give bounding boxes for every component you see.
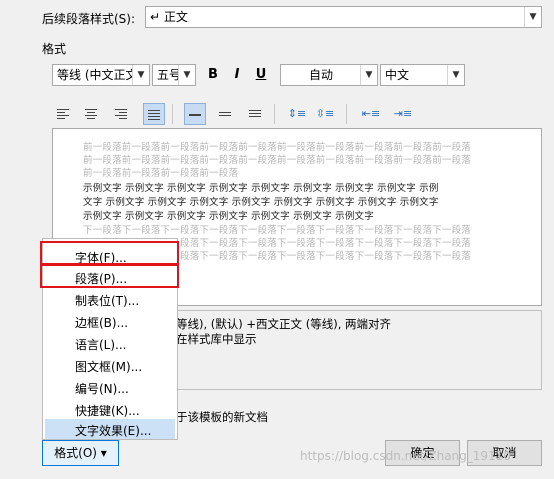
- menu-item-shortcut-key[interactable]: 快捷键(K)...: [75, 402, 140, 419]
- menu-item-text-effects[interactable]: 文字效果(E)...: [75, 422, 151, 439]
- format-button[interactable]: 格式(O) ▾: [42, 440, 119, 466]
- preview-sample-line: 文字 示例文字 示例文字 示例文字 示例文字 示例文字 示例文字 示例文字 示例…: [83, 197, 439, 208]
- justify-button[interactable]: [143, 103, 165, 125]
- chevron-down-icon: ▼: [132, 65, 149, 85]
- bold-button[interactable]: B: [202, 64, 224, 86]
- highlight-box-paragraph: [40, 263, 179, 288]
- increase-indent-icon: ⇥≡: [393, 107, 413, 120]
- chevron-down-icon: ▼: [447, 65, 464, 85]
- chevron-down-icon: ▼: [360, 65, 377, 85]
- increase-paragraph-spacing-button[interactable]: ⇕≡: [286, 103, 308, 125]
- description-line: 于该模板的新文档: [176, 410, 268, 424]
- decrease-spacing-icon: ⇳≡: [315, 107, 335, 120]
- decrease-paragraph-spacing-button[interactable]: ⇳≡: [314, 103, 336, 125]
- next-style-label: 后续段落样式(S):: [42, 12, 136, 26]
- align-left-button[interactable]: [52, 103, 74, 125]
- language-value: 中文: [385, 68, 410, 82]
- align-center-icon: [85, 107, 97, 121]
- underline-button[interactable]: U: [250, 64, 272, 86]
- font-name-value: 等线 (中文正文): [57, 68, 143, 82]
- menu-item-frame[interactable]: 图文框(M)...: [75, 358, 142, 375]
- preview-prev-line: 前一段落前一段落前一段落前一段落前一段落前一段落前一段落前一段落前一段落前一段落: [83, 142, 472, 153]
- one-half-spacing-icon: [219, 110, 231, 118]
- description-line: 等线), (默认) +西文正文 (等线), 两端对齐: [176, 317, 391, 331]
- font-size-select[interactable]: 五号 ▼: [152, 64, 196, 86]
- toolbar-divider: [172, 104, 173, 124]
- menu-item-tabs[interactable]: 制表位(T)...: [75, 292, 139, 309]
- chevron-down-icon: ▼: [178, 65, 195, 85]
- font-name-select[interactable]: 等线 (中文正文) ▼: [52, 64, 150, 86]
- align-right-button[interactable]: [110, 103, 132, 125]
- menu-item-language[interactable]: 语言(L)...: [75, 336, 127, 353]
- preview-next-line: 下一段落下一段落下一段落下一段落下一段落下一段落下一段落下一段落下一段落下一段落: [83, 225, 472, 236]
- preview-prev-line: 前一段落前一段落前一段落前一段落前一段落前一段落前一段落前一段落前一段落前一段落: [83, 155, 472, 166]
- single-spacing-icon: [189, 112, 201, 118]
- chevron-down-icon: ▼: [524, 7, 541, 27]
- align-left-icon: [57, 107, 69, 121]
- increase-spacing-icon: ⇕≡: [287, 107, 307, 120]
- decrease-indent-button[interactable]: ⇤≡: [360, 103, 382, 125]
- justify-icon: [148, 108, 160, 122]
- italic-button[interactable]: I: [226, 64, 248, 86]
- toolbar-divider: [274, 104, 275, 124]
- menu-item-numbering[interactable]: 编号(N)...: [75, 380, 129, 397]
- align-right-icon: [115, 107, 127, 121]
- double-spacing-icon: [249, 108, 261, 119]
- decrease-indent-icon: ⇤≡: [361, 107, 381, 120]
- align-center-button[interactable]: [80, 103, 102, 125]
- menu-item-border[interactable]: 边框(B)...: [75, 314, 128, 331]
- single-spacing-button[interactable]: [184, 103, 206, 125]
- font-color-value: 自动: [308, 68, 333, 82]
- format-section-label: 格式: [42, 42, 67, 56]
- language-select[interactable]: 中文 ▼: [380, 64, 465, 86]
- preview-sample-line: 示例文字 示例文字 示例文字 示例文字 示例文字 示例文字 示例文字: [83, 211, 374, 222]
- description-line: 在样式库中显示: [176, 332, 257, 346]
- watermark-text: https://blog.csdn.net/Zhang_19110: [300, 449, 511, 463]
- next-style-value: ↵ 正文: [150, 10, 188, 24]
- next-style-select[interactable]: ↵ 正文 ▼: [145, 6, 542, 28]
- increase-indent-button[interactable]: ⇥≡: [392, 103, 414, 125]
- double-spacing-button[interactable]: [244, 103, 266, 125]
- toolbar-divider: [346, 104, 347, 124]
- one-half-spacing-button[interactable]: [214, 103, 236, 125]
- font-color-select[interactable]: 自动 ▼: [280, 64, 378, 86]
- preview-sample-line: 示例文字 示例文字 示例文字 示例文字 示例文字 示例文字 示例文字 示例文字 …: [83, 183, 439, 194]
- preview-prev-line: 前一段落前一段落前一段落前一段落: [83, 168, 239, 179]
